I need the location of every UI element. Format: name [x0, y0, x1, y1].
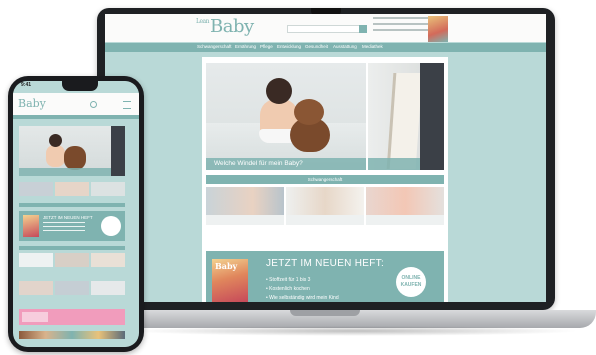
magazine-cover-title: Baby — [215, 261, 238, 271]
logo-prefix: Lean — [196, 18, 209, 25]
side-image-shadow — [420, 63, 444, 170]
logo-text: Baby — [209, 16, 254, 37]
issue-bullet: • Wie selbständig wird mein Kind — [266, 295, 339, 301]
article-card[interactable] — [366, 187, 444, 225]
issue-bullet: • Stoffzeit für 1 bis 3 — [266, 277, 311, 283]
phone-issue-heading: JETZT IM NEUEN HEFT — [43, 215, 93, 220]
phone-screen: 9:41 Baby JETZT IM NEUEN HEFT — [13, 81, 139, 347]
baby-figure — [46, 145, 65, 167]
buy-online-button[interactable]: ONLINE KAUFEN — [396, 267, 426, 297]
phone-issue-bullets — [43, 222, 85, 234]
hero-side-image[interactable] — [368, 63, 444, 170]
phone-new-issue-promo[interactable]: JETZT IM NEUEN HEFT — [19, 211, 125, 241]
issue-bullet-list: • Stoffzeit für 1 bis 3 • Kostenlich koc… — [266, 276, 339, 302]
nav-item-pflege[interactable]: Pflege — [260, 44, 273, 49]
nav-item-entwicklung[interactable]: Entwicklung — [277, 44, 301, 49]
magazine-cover[interactable] — [23, 215, 39, 237]
buy-online-sublabel: KAUFEN — [400, 282, 422, 288]
phone-hero-image[interactable] — [19, 126, 125, 176]
issue-bullet: • Kostenlich kochen — [266, 286, 310, 292]
teddy-bear-head — [294, 99, 324, 125]
article-card[interactable] — [286, 187, 364, 225]
phone-nav-bar — [13, 115, 139, 119]
laptop-trackpad-groove — [290, 310, 360, 316]
phone-article-strip — [19, 253, 125, 271]
phone-pink-banner[interactable] — [19, 309, 125, 325]
article-thumbnail[interactable] — [91, 281, 125, 295]
article-thumbnail[interactable] — [19, 281, 53, 295]
phone-bottom-image-strip — [19, 331, 125, 339]
nav-item-gesundheit[interactable]: Gesundheit — [305, 44, 328, 49]
article-thumbnail[interactable] — [55, 253, 89, 267]
new-issue-promo[interactable]: Baby JETZT IM NEUEN HEFT: • Stoffzeit fü… — [206, 251, 444, 302]
side-image-shadow — [111, 126, 125, 176]
search-input[interactable] — [287, 25, 367, 33]
laptop-screen: LeanBaby Schwangerschaft Ernährung Pfleg… — [105, 14, 546, 302]
laptop-shadow — [130, 326, 580, 336]
book-image — [386, 73, 423, 169]
article-card[interactable] — [206, 187, 284, 225]
nav-item-ausstattung[interactable]: Ausstattung — [333, 44, 357, 49]
buy-online-button[interactable] — [101, 216, 121, 236]
nav-item-schwangerschaft[interactable]: Schwangerschaft — [197, 44, 232, 49]
phone-hero-caption — [19, 168, 111, 176]
site-logo[interactable]: LeanBaby — [196, 16, 254, 37]
article-thumbnail[interactable] — [55, 281, 89, 295]
phone-site-logo[interactable]: Baby — [18, 97, 46, 110]
article-thumbnail[interactable] — [19, 253, 53, 267]
buy-online-label: ONLINE — [401, 275, 421, 281]
phone-notch — [62, 81, 98, 91]
article-image — [286, 187, 364, 215]
hero-image[interactable]: Welche Windel für mein Baby? — [206, 63, 366, 170]
phone-section-bar — [19, 203, 125, 207]
article-image — [206, 187, 284, 215]
teddy-bear — [64, 146, 86, 170]
baby-head — [266, 78, 292, 104]
phone-article-strip — [19, 281, 125, 299]
main-nav: Schwangerschaft Ernährung Pflege Entwick… — [105, 43, 546, 52]
phone-status-time: 9:41 — [21, 82, 32, 88]
issue-heading: JETZT IM NEUEN HEFT: — [266, 258, 385, 269]
magazine-cover[interactable]: Baby — [212, 259, 248, 302]
side-image-caption-bar — [368, 158, 420, 170]
header-magazine-thumbnail[interactable] — [428, 16, 448, 42]
main-content: Welche Windel für mein Baby? Schwangersc… — [202, 57, 448, 302]
article-thumbnail[interactable] — [55, 182, 89, 196]
banner-thumbnail — [22, 312, 48, 322]
article-thumbnail[interactable] — [91, 253, 125, 267]
search-icon[interactable] — [90, 101, 97, 108]
phone-section-bar — [19, 246, 125, 250]
hero-caption[interactable]: Welche Windel für mein Baby? — [206, 158, 366, 170]
section-heading: Schwangerschaft — [206, 175, 444, 184]
article-image — [366, 187, 444, 215]
phone-article-strip — [19, 182, 125, 200]
site-header: LeanBaby — [105, 14, 546, 42]
menu-icon[interactable] — [123, 101, 131, 109]
phone-site-header: Baby — [13, 93, 139, 115]
article-thumbnail[interactable] — [91, 182, 125, 196]
article-thumbnail[interactable] — [19, 182, 53, 196]
baby-head — [49, 134, 62, 147]
nav-item-mediathek[interactable]: Mediathek — [362, 44, 383, 49]
nav-item-ernaehrung[interactable]: Ernährung — [235, 44, 256, 49]
header-promo-text — [373, 17, 431, 35]
search-icon[interactable] — [359, 25, 367, 33]
